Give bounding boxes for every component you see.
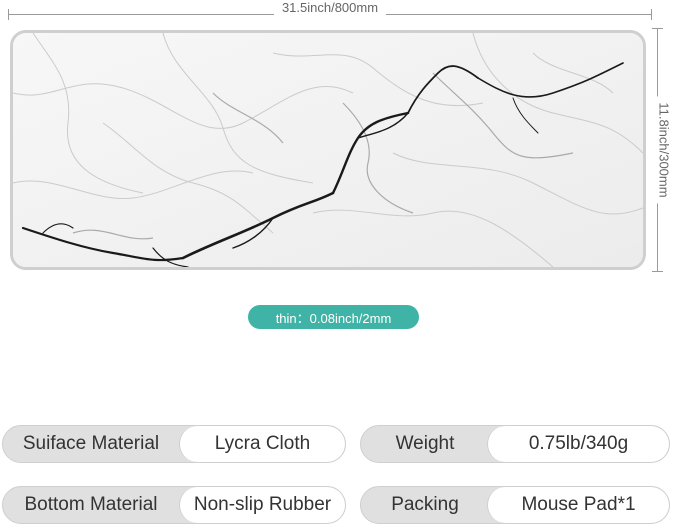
- spec-value: Non-slip Rubber: [179, 487, 345, 523]
- height-label: 11.8inch/300mm: [656, 96, 672, 204]
- marble-texture: [13, 33, 643, 267]
- marble-mouse-pad-image: [10, 30, 646, 270]
- height-dimension: 11.8inch/300mm: [652, 28, 676, 272]
- spec-key: Packing: [391, 494, 459, 515]
- width-dimension: 31.5inch/800mm: [8, 0, 652, 22]
- spec-bottom-material: Bottom Material Non-slip Rubber: [2, 486, 346, 524]
- spec-key: Weight: [395, 433, 455, 454]
- height-dimension-tick-bottom: [652, 271, 663, 272]
- spec-value: Lycra Cloth: [179, 426, 345, 462]
- thickness-badge: thin：0.08inch/2mm: [248, 305, 419, 329]
- spec-key: Bottom Material: [24, 494, 158, 515]
- spec-value: 0.75lb/340g: [487, 426, 669, 462]
- spec-surface-material: Suiface Material Lycra Cloth: [2, 425, 346, 463]
- width-dimension-tick-left: [8, 9, 9, 20]
- spec-weight: Weight 0.75lb/340g: [360, 425, 670, 463]
- thickness-label: thin：0.08inch/2mm: [275, 310, 392, 326]
- width-label: 31.5inch/800mm: [273, 0, 387, 16]
- width-dimension-tick-right: [651, 9, 652, 20]
- spec-key: Suiface Material: [22, 433, 160, 454]
- spec-value: Mouse Pad*1: [487, 487, 669, 523]
- spec-packing: Packing Mouse Pad*1: [360, 486, 670, 524]
- height-dimension-tick-top: [652, 28, 663, 29]
